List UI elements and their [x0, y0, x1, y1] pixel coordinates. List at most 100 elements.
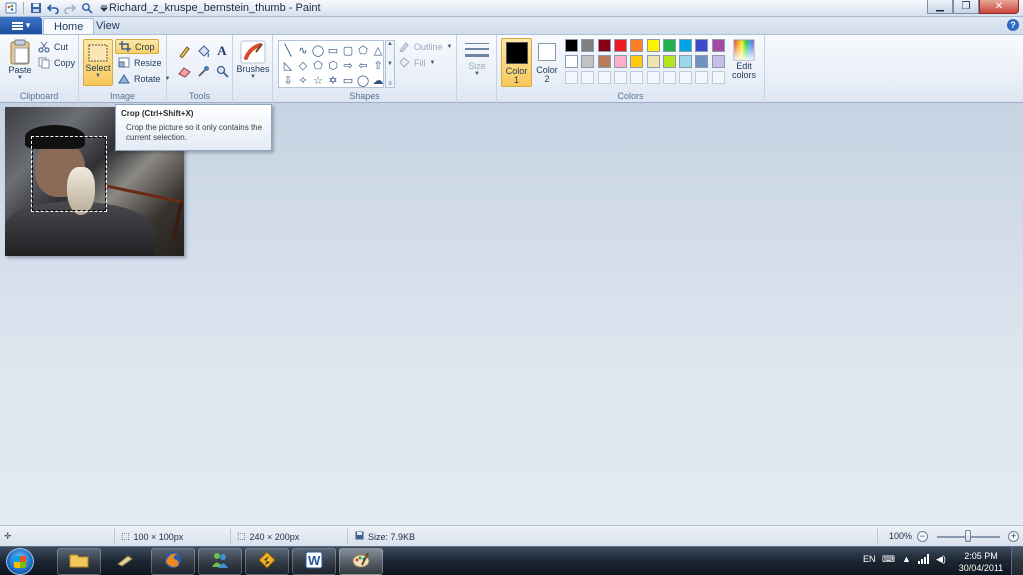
- paste-button[interactable]: Paste ▼: [6, 39, 34, 81]
- diamond-shape-icon[interactable]: ◇: [296, 58, 310, 73]
- brushes-button[interactable]: Brushes ▼: [236, 40, 270, 80]
- help-icon[interactable]: ?: [1007, 19, 1019, 31]
- chevron-down-icon[interactable]: ▼: [387, 61, 393, 67]
- paint-app-icon[interactable]: [4, 1, 18, 15]
- hexagon-shape-icon[interactable]: ⬡: [326, 58, 340, 73]
- right-triangle-shape-icon[interactable]: ◺: [281, 58, 295, 73]
- system-clock[interactable]: 2:05 PM 30/04/2011: [954, 550, 1008, 574]
- rounded-rectangle-shape-icon[interactable]: ▢: [341, 43, 355, 58]
- custom-color-slot[interactable]: [711, 71, 725, 84]
- palette-color-swatch[interactable]: [597, 39, 611, 52]
- rotate-button[interactable]: Rotate ▼: [118, 73, 170, 84]
- custom-color-slot[interactable]: [630, 71, 644, 84]
- custom-color-slot[interactable]: [581, 71, 595, 84]
- application-menu-button[interactable]: ▾: [0, 17, 42, 34]
- start-button[interactable]: [6, 548, 34, 575]
- rectangle-shape-icon[interactable]: ▭: [326, 43, 340, 58]
- oval-callout-shape-icon[interactable]: ◯: [356, 73, 370, 88]
- custom-color-slot[interactable]: [613, 71, 627, 84]
- canvas-workspace[interactable]: [0, 103, 1023, 525]
- crop-button[interactable]: Crop: [115, 39, 159, 54]
- keyboard-icon[interactable]: ⌨: [882, 554, 895, 565]
- taskbar-firefox-button[interactable]: [151, 548, 195, 575]
- magnifier-icon[interactable]: [214, 63, 230, 79]
- taskbar-word-button[interactable]: W: [292, 548, 336, 575]
- text-icon[interactable]: A: [214, 43, 230, 59]
- palette-color-swatch[interactable]: [662, 55, 676, 68]
- taskbar-paint-button[interactable]: [339, 548, 383, 575]
- chevron-up-icon[interactable]: ▲: [387, 41, 393, 47]
- shapes-gallery-scroll[interactable]: ▲ ▼ ≡: [385, 40, 395, 88]
- palette-color-swatch[interactable]: [646, 39, 660, 52]
- zoom-slider-thumb[interactable]: [965, 530, 971, 542]
- palette-color-swatch[interactable]: [679, 39, 693, 52]
- line-shape-icon[interactable]: ╲: [281, 43, 295, 58]
- edit-colors-button[interactable]: Edit colors: [731, 39, 757, 80]
- four-point-star-shape-icon[interactable]: ✧: [296, 73, 310, 88]
- save-icon[interactable]: [29, 1, 43, 15]
- undo-icon[interactable]: [46, 1, 60, 15]
- palette-color-swatch[interactable]: [679, 55, 693, 68]
- outline-button[interactable]: Outline ▼: [399, 41, 452, 52]
- palette-color-swatch[interactable]: [613, 55, 627, 68]
- taskbar-winamp-button[interactable]: [245, 548, 289, 575]
- color1-button[interactable]: Color 1: [501, 38, 532, 87]
- size-button[interactable]: Size ▼: [462, 41, 492, 77]
- expand-gallery-icon[interactable]: ≡: [388, 81, 392, 87]
- five-point-star-shape-icon[interactable]: ☆: [311, 73, 325, 88]
- palette-color-swatch[interactable]: [597, 55, 611, 68]
- eraser-icon[interactable]: [176, 63, 192, 79]
- palette-color-swatch[interactable]: [565, 55, 578, 68]
- rectangular-callout-shape-icon[interactable]: ▭: [341, 73, 355, 88]
- palette-color-swatch[interactable]: [565, 39, 578, 52]
- show-hidden-icons-icon[interactable]: ▲: [902, 554, 911, 564]
- close-button[interactable]: ✕: [979, 0, 1019, 14]
- redo-icon[interactable]: [63, 1, 77, 15]
- palette-color-swatch[interactable]: [662, 39, 676, 52]
- palette-color-swatch[interactable]: [581, 55, 595, 68]
- pencil-icon[interactable]: [176, 43, 192, 59]
- up-arrow-shape-icon[interactable]: ⇧: [371, 58, 385, 73]
- custom-color-slot[interactable]: [695, 71, 709, 84]
- taskbar-messenger-button[interactable]: [198, 548, 242, 575]
- polygon-shape-icon[interactable]: ⬠: [356, 43, 370, 58]
- network-signal-icon[interactable]: [918, 554, 930, 566]
- down-arrow-shape-icon[interactable]: ⇩: [281, 73, 295, 88]
- oval-shape-icon[interactable]: ◯: [311, 43, 325, 58]
- pentagon-shape-icon[interactable]: ⬠: [311, 58, 325, 73]
- volume-icon[interactable]: ◀): [936, 554, 946, 565]
- palette-color-swatch[interactable]: [630, 39, 644, 52]
- palette-color-swatch[interactable]: [695, 39, 709, 52]
- palette-color-swatch[interactable]: [711, 39, 725, 52]
- tab-view[interactable]: View: [86, 18, 130, 34]
- palette-color-swatch[interactable]: [613, 39, 627, 52]
- print-preview-icon[interactable]: [80, 1, 94, 15]
- maximize-button[interactable]: ❐: [953, 0, 979, 14]
- cut-button[interactable]: Cut: [38, 41, 68, 53]
- color2-button[interactable]: Color 2: [534, 38, 560, 84]
- triangle-shape-icon[interactable]: △: [371, 43, 385, 58]
- palette-color-swatch[interactable]: [630, 55, 644, 68]
- custom-color-slot[interactable]: [679, 71, 693, 84]
- taskbar-explorer-button[interactable]: [57, 548, 101, 575]
- palette-color-swatch[interactable]: [695, 55, 709, 68]
- selection-rectangle[interactable]: [31, 136, 107, 212]
- custom-color-slot[interactable]: [646, 71, 660, 84]
- right-arrow-shape-icon[interactable]: ⇨: [341, 58, 355, 73]
- palette-color-swatch[interactable]: [581, 39, 595, 52]
- show-desktop-button[interactable]: [1011, 547, 1023, 575]
- curve-shape-icon[interactable]: ∿: [296, 43, 310, 58]
- cloud-callout-shape-icon[interactable]: ☁: [371, 73, 385, 88]
- language-indicator[interactable]: EN: [863, 554, 876, 564]
- custom-color-slot[interactable]: [597, 71, 611, 84]
- taskbar-pinned-app-button[interactable]: [104, 548, 148, 575]
- minimize-button[interactable]: ▁: [927, 0, 953, 14]
- palette-color-swatch[interactable]: [711, 55, 725, 68]
- zoom-out-button[interactable]: −: [917, 531, 928, 542]
- palette-color-swatch[interactable]: [646, 55, 660, 68]
- six-point-star-shape-icon[interactable]: ✡: [326, 73, 340, 88]
- custom-color-slot[interactable]: [565, 71, 578, 84]
- select-button[interactable]: Select ▼: [83, 39, 113, 86]
- fill-bucket-icon[interactable]: [195, 43, 211, 59]
- resize-button[interactable]: Resize: [118, 57, 162, 68]
